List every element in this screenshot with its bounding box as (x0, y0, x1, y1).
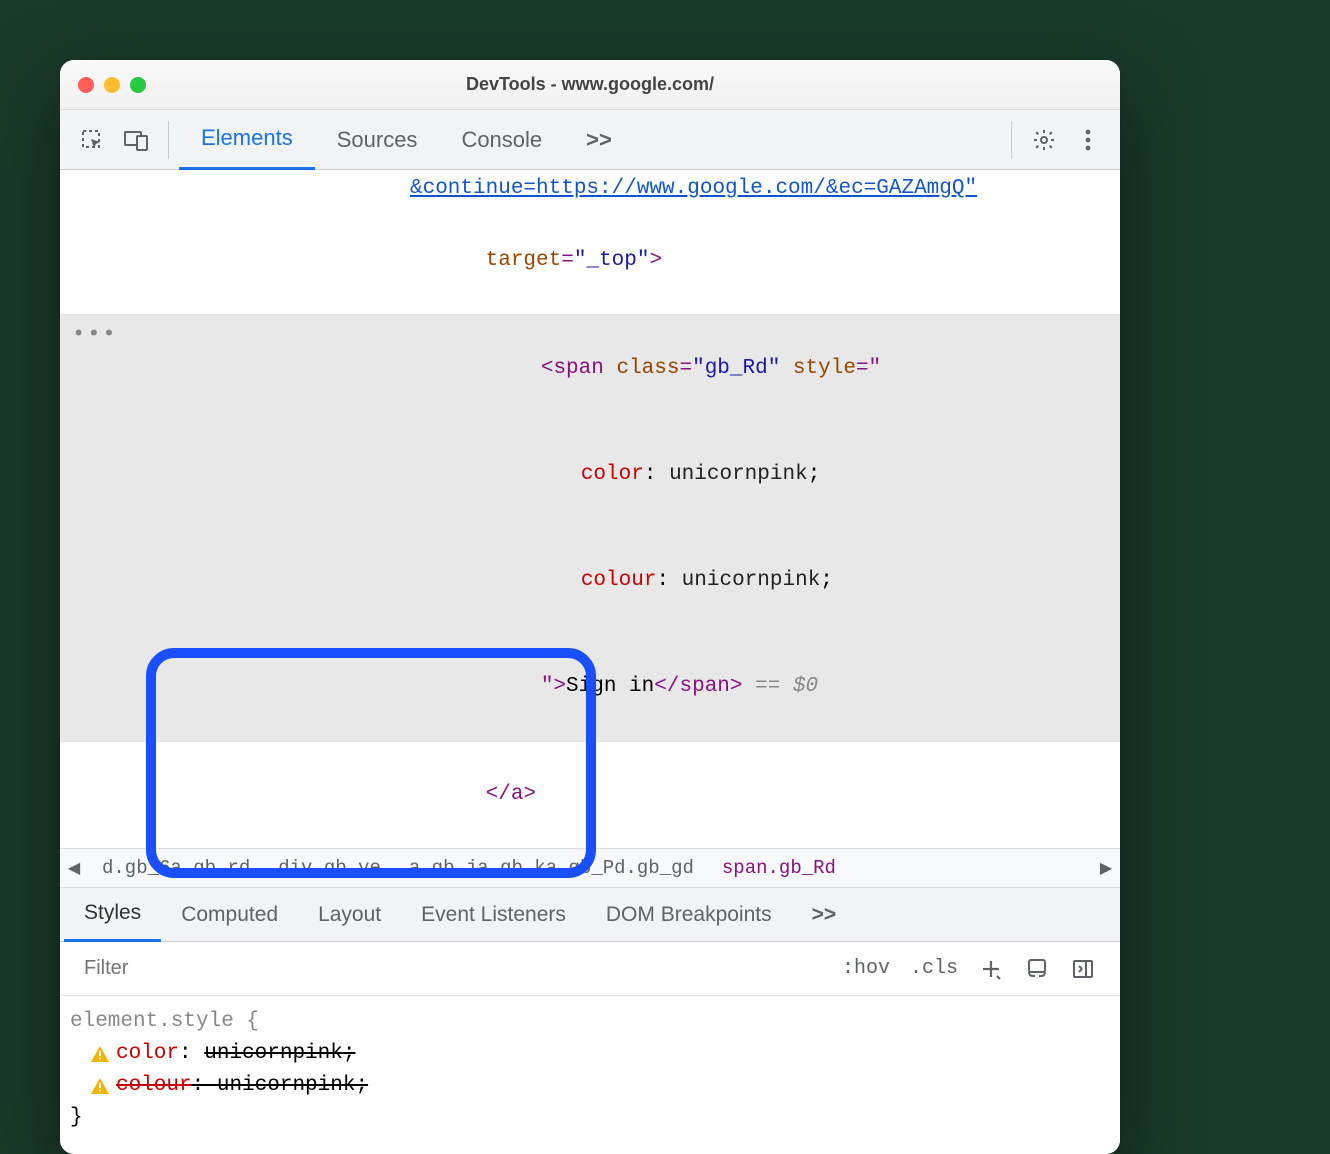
tag-name: span (553, 357, 603, 380)
breadcrumb-scroll-right[interactable]: ▶ (1092, 858, 1120, 878)
css-value: unicornpink (669, 463, 808, 486)
tag-name: a (511, 783, 524, 806)
main-toolbar: Elements Sources Console >> (60, 110, 1120, 170)
styles-pane-tabs: Styles Computed Layout Event Listeners D… (60, 888, 1120, 942)
css-value-invalid: unicornpink (217, 1074, 356, 1097)
declaration-row[interactable]: colour: unicornpink; (70, 1070, 1120, 1102)
tab-elements[interactable]: Elements (179, 110, 315, 170)
text-node: Sign in (566, 675, 654, 698)
devtools-window: DevTools - www.google.com/ Elements Sour… (60, 60, 1120, 1154)
a-close-line[interactable]: </a> (60, 742, 1120, 848)
hov-toggle-button[interactable]: :hov (842, 957, 890, 980)
breadcrumb-item[interactable]: d.gb_6a.gb_rd (88, 857, 264, 879)
css-property-invalid: colour (116, 1074, 192, 1097)
window-title: DevTools - www.google.com/ (60, 74, 1120, 95)
tab-sources[interactable]: Sources (315, 110, 440, 170)
computed-styles-icon[interactable] (1024, 956, 1050, 982)
css-value-invalid: unicornpink (204, 1042, 343, 1065)
rule-close-brace: } (70, 1102, 1120, 1134)
dom-breadcrumb: ◀ d.gb_6a.gb_rd div.gb_ye a.gb_ja.gb_ka.… (60, 848, 1120, 888)
console-ref: == $0 (755, 675, 818, 698)
attr-name: target (486, 249, 562, 272)
subtab-layout[interactable]: Layout (298, 888, 401, 942)
selected-node[interactable]: ••• <span class="gb_Rd" style=" color: u… (60, 314, 1120, 742)
subtab-event-listeners[interactable]: Event Listeners (401, 888, 586, 942)
rule-selector[interactable]: element.style { (70, 1006, 1120, 1038)
styles-filter-input[interactable] (84, 957, 832, 980)
subtabs-overflow-button[interactable]: >> (792, 888, 857, 942)
css-property: color (581, 463, 644, 486)
css-property: colour (581, 569, 657, 592)
toolbar-divider (1011, 121, 1012, 159)
toolbar-divider (168, 121, 169, 159)
window-titlebar: DevTools - www.google.com/ (60, 60, 1120, 110)
toggle-sidebar-icon[interactable] (1070, 956, 1096, 982)
device-toolbar-icon[interactable] (122, 126, 150, 154)
inline-style-line-1: color: unicornpink; (60, 422, 1120, 528)
breadcrumb-item[interactable]: div.gb_ye (264, 857, 395, 879)
kebab-menu-icon[interactable] (1074, 126, 1102, 154)
subtab-dom-breakpoints[interactable]: DOM Breakpoints (586, 888, 792, 942)
dom-url-fragment[interactable]: &continue=https://www.google.com/&ec=GAZ… (60, 170, 1120, 208)
dom-tree-panel[interactable]: &continue=https://www.google.com/&ec=GAZ… (60, 170, 1120, 848)
tab-console[interactable]: Console (439, 110, 564, 170)
attr-name: style (793, 357, 856, 380)
attr-value: "gb_Rd" (692, 357, 780, 380)
subtab-computed[interactable]: Computed (161, 888, 298, 942)
tabs-overflow-button[interactable]: >> (564, 110, 634, 170)
new-style-rule-icon[interactable] (978, 956, 1004, 982)
subtab-styles[interactable]: Styles (64, 888, 161, 942)
breadcrumb-item[interactable]: a.gb_ja.gb_ka.gb_Pd.gb_gd (395, 857, 708, 879)
attr-value: "_top" (574, 249, 650, 272)
styles-toolbar: :hov .cls (60, 942, 1120, 996)
expand-dots-icon[interactable]: ••• (72, 322, 118, 347)
css-property: color (116, 1042, 179, 1065)
attr-name: class (616, 357, 679, 380)
css-value: unicornpink (682, 569, 821, 592)
span-open-line: <span class="gb_Rd" style=" (60, 316, 1120, 422)
declaration-row[interactable]: color: unicornpink; (70, 1038, 1120, 1070)
cls-toggle-button[interactable]: .cls (910, 957, 958, 980)
breadcrumb-item-active[interactable]: span.gb_Rd (708, 857, 850, 879)
styles-rule-block[interactable]: element.style { color: unicornpink; colo… (60, 996, 1120, 1154)
tag-name: span (679, 675, 729, 698)
warning-icon (90, 1044, 110, 1064)
span-close-line: ">Sign in</span> == $0 (60, 634, 1120, 740)
gear-icon[interactable] (1030, 126, 1058, 154)
inline-style-line-2: colour: unicornpink; (60, 528, 1120, 634)
breadcrumb-scroll-left[interactable]: ◀ (60, 858, 88, 878)
warning-icon (90, 1076, 110, 1096)
dom-target-attr-line[interactable]: target="_top"> (60, 208, 1120, 314)
inspect-element-icon[interactable] (78, 126, 106, 154)
